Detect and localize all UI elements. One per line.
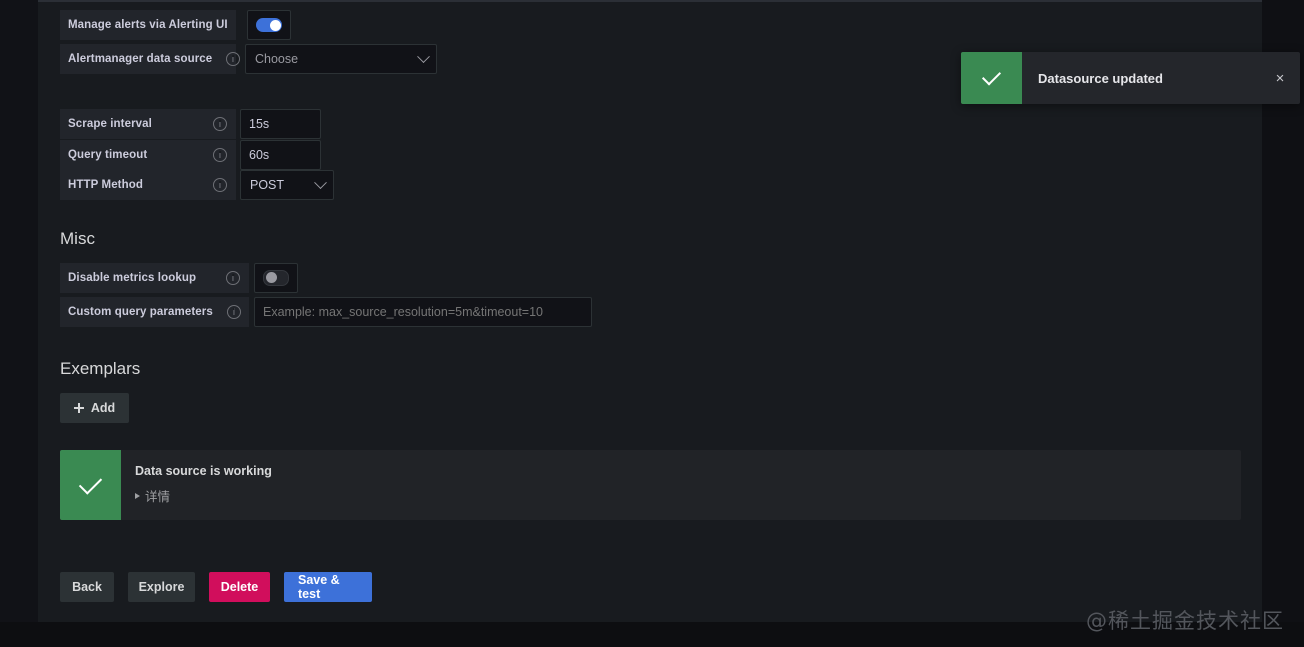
http-method-select[interactable]: POST xyxy=(240,170,334,200)
info-icon xyxy=(226,271,240,285)
misc-heading: Misc xyxy=(60,229,95,248)
alertmanager-label-text: Alertmanager data source xyxy=(68,53,213,65)
scrape-interval-value: 15s xyxy=(249,117,270,131)
manage-alerts-label-text: Manage alerts via Alerting UI xyxy=(68,19,228,31)
datasource-settings-page: Manage alerts via Alerting UI Alertmanag… xyxy=(0,0,1304,647)
field-query-timeout: Query timeout 60s xyxy=(60,140,321,170)
close-icon[interactable]: × xyxy=(1260,52,1300,104)
disable-metrics-lookup-label-text: Disable metrics lookup xyxy=(68,272,197,284)
scrape-interval-input[interactable]: 15s xyxy=(240,109,321,139)
form-action-buttons: Back Explore Delete Save & test xyxy=(60,572,372,602)
add-exemplar-button[interactable]: Add xyxy=(60,393,129,423)
chevron-down-icon xyxy=(417,49,430,63)
scrape-interval-label: Scrape interval xyxy=(60,109,236,139)
check-glyph xyxy=(78,470,103,495)
info-icon xyxy=(213,148,227,162)
disable-metrics-lookup-toggle[interactable] xyxy=(254,263,298,293)
alert-body: Data source is working 详情 xyxy=(121,450,272,520)
success-check-icon xyxy=(60,450,121,520)
custom-query-parameters-input[interactable] xyxy=(254,297,592,327)
custom-query-parameters-label: Custom query parameters xyxy=(60,297,249,327)
toggle-knob xyxy=(265,272,277,283)
http-method-value: POST xyxy=(250,178,285,192)
http-method-label: HTTP Method xyxy=(60,170,236,200)
alert-details-label: 详情 xyxy=(145,490,171,504)
info-icon xyxy=(213,178,227,192)
back-button[interactable]: Back xyxy=(60,572,114,602)
toggle-switch-on[interactable] xyxy=(256,18,282,32)
manage-alerts-label: Manage alerts via Alerting UI xyxy=(60,10,236,40)
save-and-test-button[interactable]: Save & test xyxy=(284,572,372,602)
query-timeout-label: Query timeout xyxy=(60,140,236,170)
alertmanager-datasource-value: Choose xyxy=(255,52,299,66)
field-disable-metrics-lookup: Disable metrics lookup xyxy=(60,263,298,293)
alert-details-toggle[interactable]: 详情 xyxy=(135,486,272,505)
field-custom-query-parameters: Custom query parameters xyxy=(60,297,592,327)
field-alertmanager-datasource: Alertmanager data source Choose xyxy=(60,44,437,74)
left-nav-rail xyxy=(0,0,38,647)
info-icon xyxy=(213,117,227,131)
field-http-method: HTTP Method POST xyxy=(60,170,334,200)
explore-button[interactable]: Explore xyxy=(128,572,195,602)
watermark: @稀土掘金技术社区 xyxy=(1086,609,1284,633)
delete-button[interactable]: Delete xyxy=(209,572,270,602)
toast-success-icon xyxy=(961,52,1022,104)
custom-query-parameters-label-text: Custom query parameters xyxy=(68,306,213,318)
query-timeout-value: 60s xyxy=(249,148,270,162)
toast-message: Datasource updated xyxy=(1038,70,1163,86)
toggle-switch-off[interactable] xyxy=(263,270,289,286)
alertmanager-label: Alertmanager data source xyxy=(60,44,241,74)
query-timeout-input[interactable]: 60s xyxy=(240,140,321,170)
http-method-label-text: HTTP Method xyxy=(68,179,143,191)
manage-alerts-toggle[interactable] xyxy=(247,10,291,40)
chevron-down-icon xyxy=(314,175,327,189)
info-icon xyxy=(226,305,241,319)
plus-icon xyxy=(73,403,84,413)
add-exemplar-label: Add xyxy=(90,401,116,415)
field-scrape-interval: Scrape interval 15s xyxy=(60,109,321,139)
exemplars-heading: Exemplars xyxy=(60,359,141,378)
field-manage-alerts: Manage alerts via Alerting UI xyxy=(60,10,291,40)
toggle-knob xyxy=(269,19,281,31)
triangle-right-icon xyxy=(135,492,140,499)
alert-title: Data source is working xyxy=(135,464,272,478)
datasource-test-result-alert: Data source is working 详情 xyxy=(60,450,1241,520)
scrape-interval-label-text: Scrape interval xyxy=(68,118,152,130)
alertmanager-datasource-select[interactable]: Choose xyxy=(245,44,437,74)
query-timeout-label-text: Query timeout xyxy=(68,149,148,161)
info-icon xyxy=(226,52,241,66)
check-glyph xyxy=(981,65,1002,86)
disable-metrics-lookup-label: Disable metrics lookup xyxy=(60,263,249,293)
toast-notification: Datasource updated × xyxy=(961,52,1300,104)
